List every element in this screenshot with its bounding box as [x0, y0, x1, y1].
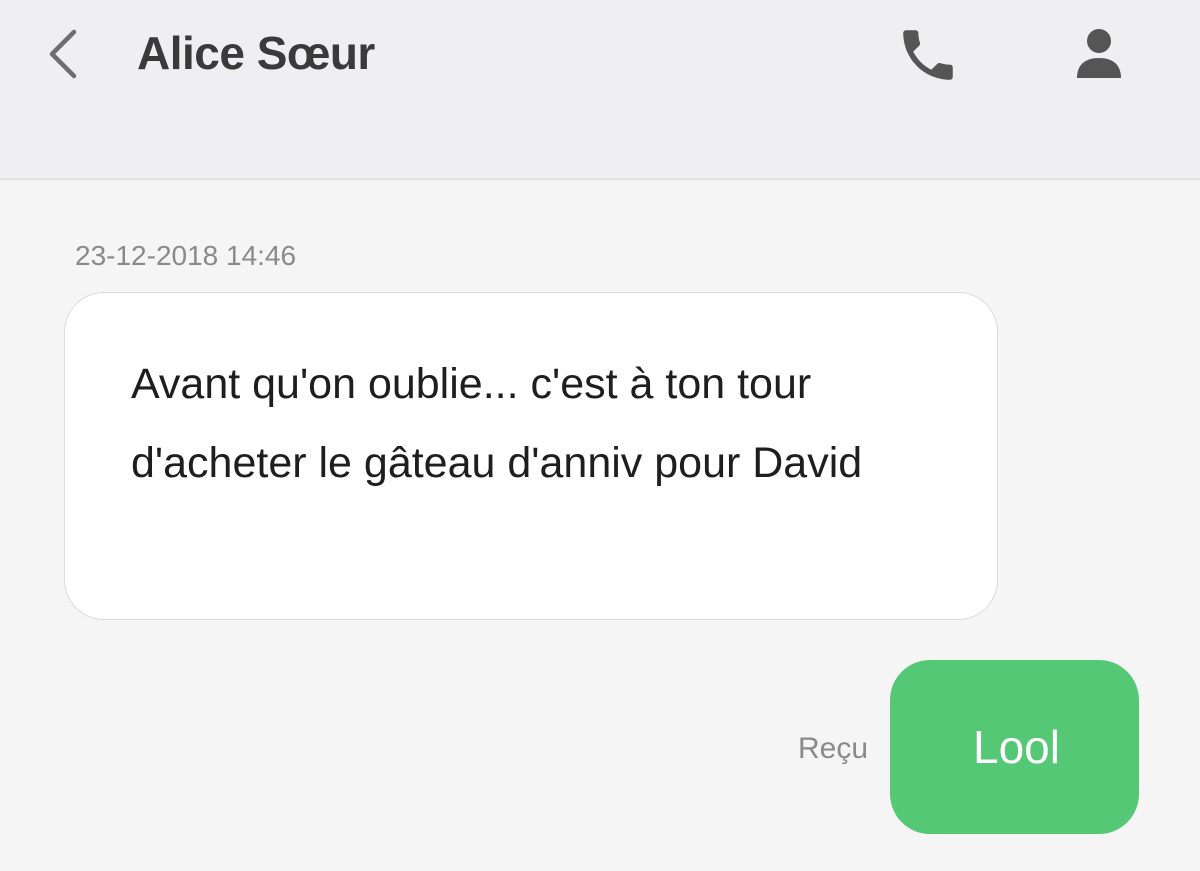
app-header: Alice Sœur: [0, 0, 1200, 180]
phone-icon: [903, 30, 953, 80]
outgoing-message-bubble[interactable]: Lool: [890, 660, 1139, 834]
delivery-status: Reçu: [798, 732, 869, 765]
conversation-thread[interactable]: 23-12-2018 14:46 Avant qu'on oublie... c…: [0, 180, 1200, 871]
incoming-message-bubble[interactable]: Avant qu'on oublie... c'est à ton tour d…: [64, 292, 998, 620]
contact-name: Alice Sœur: [137, 27, 375, 79]
contact-info-button[interactable]: [1066, 20, 1132, 86]
person-icon: [1077, 29, 1121, 78]
call-button[interactable]: [895, 22, 961, 88]
message-timestamp: 23-12-2018 14:46: [75, 240, 297, 271]
back-button[interactable]: [38, 22, 94, 86]
incoming-message-text: Avant qu'on oublie... c'est à ton tour d…: [131, 360, 863, 487]
outgoing-message-text: Lool: [973, 721, 1060, 773]
chevron-left-icon: [49, 29, 77, 79]
